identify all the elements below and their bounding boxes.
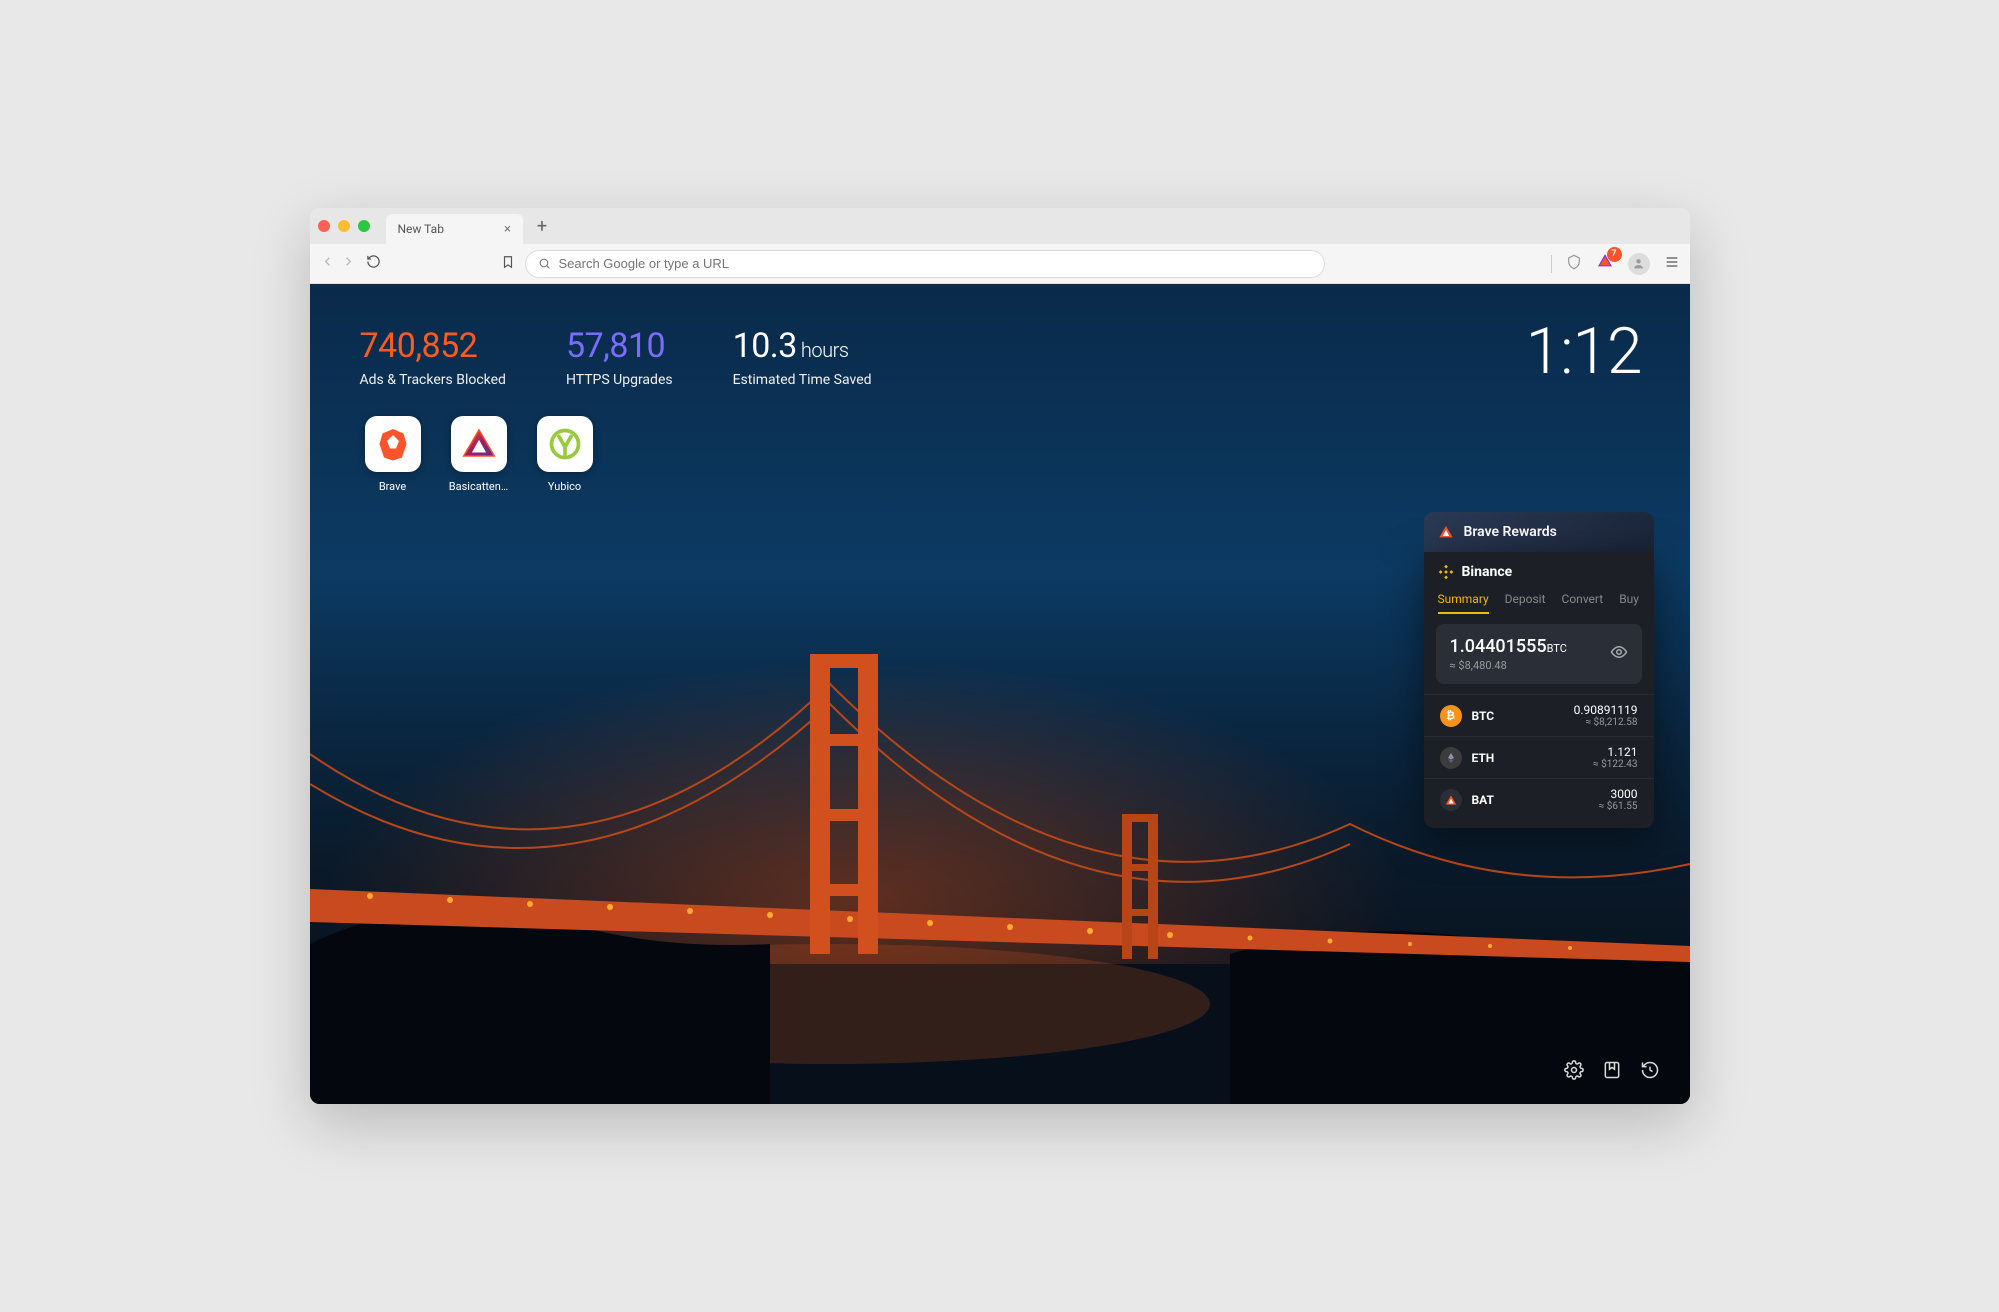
binance-icon xyxy=(1438,564,1454,580)
widget-column: Brave Rewards Binance Summary Deposit Co… xyxy=(1424,512,1654,828)
asset-amount: 0.90891119 xyxy=(1574,703,1638,717)
new-tab-page: 740,852 Ads & Trackers Blocked 57,810 HT… xyxy=(310,284,1690,1104)
close-tab-icon[interactable]: × xyxy=(504,222,511,237)
tab-title: New Tab xyxy=(398,222,444,236)
forward-button[interactable] xyxy=(341,254,356,273)
btc-icon: ₿ xyxy=(1440,705,1462,727)
balance-currency: BTC xyxy=(1547,642,1567,655)
stat-label: HTTPS Upgrades xyxy=(566,372,673,388)
balance-amount: 1.04401555BTC xyxy=(1450,636,1567,657)
stat-ads-blocked: 740,852 Ads & Trackers Blocked xyxy=(360,326,506,388)
asset-usd: ≈ $122.43 xyxy=(1593,759,1637,770)
stats-row: 740,852 Ads & Trackers Blocked 57,810 HT… xyxy=(310,284,1690,388)
new-tab-button[interactable]: + xyxy=(529,216,555,237)
maximize-window-button[interactable] xyxy=(358,220,370,232)
asset-row-btc[interactable]: ₿ BTC 0.90891119 ≈ $8,212.58 xyxy=(1424,694,1654,736)
site-caption: Yubico xyxy=(532,480,598,493)
binance-header: Binance xyxy=(1424,552,1654,592)
tab-buy[interactable]: Buy xyxy=(1619,592,1639,614)
stat-value: 57,810 xyxy=(566,326,673,366)
toggle-visibility-icon[interactable] xyxy=(1610,643,1628,665)
nav-arrows xyxy=(320,254,356,273)
stat-label: Estimated Time Saved xyxy=(733,372,872,388)
tab-convert[interactable]: Convert xyxy=(1562,592,1604,614)
back-button[interactable] xyxy=(320,254,335,273)
rewards-title: Brave Rewards xyxy=(1464,524,1557,540)
top-site-brave[interactable]: Brave xyxy=(360,416,426,493)
minimize-window-button[interactable] xyxy=(338,220,350,232)
bat-icon xyxy=(1440,789,1462,811)
history-icon[interactable] xyxy=(1640,1060,1660,1084)
close-window-button[interactable] xyxy=(318,220,330,232)
bat-icon xyxy=(1438,524,1454,540)
asset-symbol: ETH xyxy=(1472,751,1495,765)
asset-row-bat[interactable]: BAT 3000 ≈ $61.55 xyxy=(1424,778,1654,820)
toolbar-divider xyxy=(1551,255,1552,273)
stat-value: 10.3hours xyxy=(733,326,872,366)
window-controls xyxy=(318,220,370,232)
bookmark-icon[interactable] xyxy=(501,254,515,273)
search-icon xyxy=(538,257,551,270)
site-caption: Basicatten… xyxy=(446,480,512,493)
brave-rewards-icon[interactable]: 7 xyxy=(1596,253,1614,275)
balance-usd: ≈ $8,480.48 xyxy=(1450,659,1567,672)
reload-button[interactable] xyxy=(366,254,381,273)
tab-new-tab[interactable]: New Tab × xyxy=(386,214,523,244)
stat-https-upgrades: 57,810 HTTPS Upgrades xyxy=(566,326,673,388)
tab-bar: New Tab × + xyxy=(310,208,1690,244)
stat-time-number: 10.3 xyxy=(733,326,797,366)
tab-summary[interactable]: Summary xyxy=(1438,592,1489,614)
asset-amounts: 1.121 ≈ $122.43 xyxy=(1593,745,1637,770)
browser-window: New Tab × + xyxy=(310,208,1690,1104)
asset-symbol: BTC xyxy=(1472,709,1495,723)
rewards-badge-count: 7 xyxy=(1607,247,1622,262)
profile-button[interactable] xyxy=(1628,253,1650,275)
top-site-bat[interactable]: Basicatten… xyxy=(446,416,512,493)
asset-amounts: 3000 ≈ $61.55 xyxy=(1599,787,1638,812)
binance-title: Binance xyxy=(1462,564,1513,580)
bookmarks-icon[interactable] xyxy=(1602,1060,1622,1084)
site-tile xyxy=(365,416,421,472)
bat-triangle-icon xyxy=(462,427,496,461)
asset-amount: 1.121 xyxy=(1593,745,1637,759)
balance-box: 1.04401555BTC ≈ $8,480.48 xyxy=(1436,624,1642,684)
brave-rewards-card[interactable]: Brave Rewards xyxy=(1424,512,1654,552)
tab-deposit[interactable]: Deposit xyxy=(1505,592,1546,614)
asset-amount: 3000 xyxy=(1599,787,1638,801)
asset-row-eth[interactable]: ETH 1.121 ≈ $122.43 xyxy=(1424,736,1654,778)
balance-number: 1.04401555 xyxy=(1450,636,1547,657)
asset-amounts: 0.90891119 ≈ $8,212.58 xyxy=(1574,703,1638,728)
main-menu-button[interactable] xyxy=(1664,254,1680,274)
site-tile xyxy=(537,416,593,472)
bottom-controls xyxy=(1564,1060,1660,1084)
stat-value: 740,852 xyxy=(360,326,506,366)
yubico-icon xyxy=(547,426,583,462)
binance-card: Binance Summary Deposit Convert Buy 1.04… xyxy=(1424,552,1654,828)
shields-icon[interactable] xyxy=(1566,254,1582,274)
toolbar-right: 7 xyxy=(1551,253,1680,275)
site-tile xyxy=(451,416,507,472)
stat-label: Ads & Trackers Blocked xyxy=(360,372,506,388)
brave-lion-icon xyxy=(375,426,411,462)
top-sites: Brave Basicatten… xyxy=(310,388,1690,521)
toolbar: 7 xyxy=(310,244,1690,284)
eth-icon xyxy=(1440,747,1462,769)
site-caption: Brave xyxy=(360,480,426,493)
binance-tabs: Summary Deposit Convert Buy xyxy=(1424,592,1654,624)
search-input[interactable] xyxy=(559,256,1312,271)
address-bar[interactable] xyxy=(525,250,1325,278)
settings-icon[interactable] xyxy=(1564,1060,1584,1084)
asset-symbol: BAT xyxy=(1472,793,1494,807)
stat-time-saved: 10.3hours Estimated Time Saved xyxy=(733,326,872,388)
top-site-yubico[interactable]: Yubico xyxy=(532,416,598,493)
clock: 1:12 xyxy=(1526,314,1642,389)
asset-usd: ≈ $8,212.58 xyxy=(1574,717,1638,728)
stat-time-unit: hours xyxy=(801,338,849,362)
asset-usd: ≈ $61.55 xyxy=(1599,801,1638,812)
